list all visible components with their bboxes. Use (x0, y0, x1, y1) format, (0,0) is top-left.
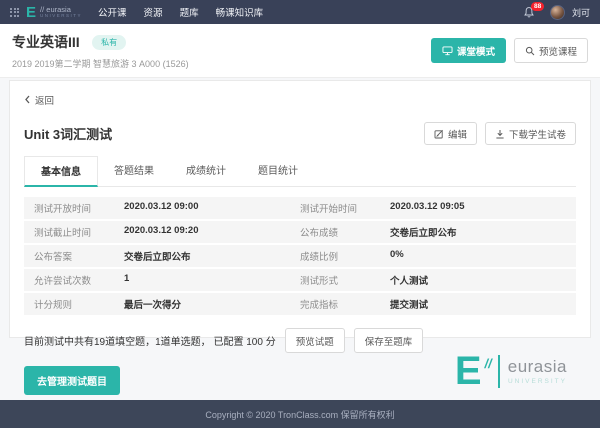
eurasia-logo-text: // eurasia UNIVERSITY (40, 6, 82, 19)
manage-questions-button[interactable]: 去管理测试题目 (24, 366, 120, 395)
user-name[interactable]: 刘可 (572, 6, 590, 19)
tab-basic-info[interactable]: 基本信息 (24, 156, 98, 187)
course-header: 专业英语III 私有 2019 2019第二学期 智慧旅游 3 A000 (15… (0, 24, 600, 78)
info-value: 提交测试 (390, 297, 428, 311)
exam-tabs: 基本信息 答题结果 成绩统计 题目统计 (24, 156, 576, 187)
preview-course-button[interactable]: 预览课程 (514, 38, 588, 63)
edit-icon (434, 129, 444, 139)
info-label: 测试开放时间 (34, 201, 124, 215)
info-label: 测试形式 (300, 273, 390, 287)
download-student-paper-button[interactable]: 下载学生试卷 (485, 122, 576, 145)
nav-item-question-bank[interactable]: 题库 (180, 5, 199, 19)
info-label: 测试开始时间 (300, 201, 390, 215)
info-label: 成绩比例 (300, 249, 390, 263)
main-nav-menu: 公开课 资源 题库 畅课知识库 (98, 5, 263, 19)
info-label: 测试截止时间 (34, 225, 124, 239)
logo-slashes: // (485, 356, 492, 371)
copyright-text: Copyright © 2020 TronClass.com 保留所有权利 (205, 408, 394, 421)
top-navbar: E // eurasia UNIVERSITY 公开课 资源 题库 畅课知识库 … (0, 0, 600, 24)
page-body: 返回 Unit 3词汇测试 编辑 下载学生试卷 (0, 78, 600, 400)
nav-item-open-courses[interactable]: 公开课 (98, 5, 127, 19)
table-row: 计分规则 最后一次得分 完成指标 提交测试 (24, 293, 576, 315)
info-value: 个人测试 (390, 273, 428, 287)
info-label: 公布成绩 (300, 225, 390, 239)
exam-detail-card: 返回 Unit 3词汇测试 编辑 下载学生试卷 (9, 80, 591, 338)
nav-item-knowledge-base[interactable]: 畅课知识库 (216, 5, 264, 19)
brand-name: eurasia (508, 357, 567, 377)
table-row: 公布答案 交卷后立即公布 成绩比例 0% (24, 245, 576, 267)
user-avatar[interactable] (550, 5, 565, 20)
nav-item-resources[interactable]: 资源 (144, 5, 163, 19)
info-value: 最后一次得分 (124, 297, 181, 311)
exam-info-table: 测试开放时间 2020.03.12 09:00 测试开始时间 2020.03.1… (24, 197, 576, 315)
classroom-mode-button[interactable]: 课堂模式 (431, 38, 506, 63)
info-value: 2020.03.12 09:20 (124, 225, 198, 239)
tab-question-stats[interactable]: 题目统计 (242, 156, 314, 186)
info-label: 计分规则 (34, 297, 124, 311)
table-row: 测试截止时间 2020.03.12 09:20 公布成绩 交卷后立即公布 (24, 221, 576, 243)
table-row: 测试开放时间 2020.03.12 09:00 测试开始时间 2020.03.1… (24, 197, 576, 219)
search-icon (525, 46, 535, 56)
exam-title: Unit 3词汇测试 (24, 124, 112, 143)
logo-divider (498, 355, 500, 388)
info-value: 交卷后立即公布 (124, 249, 191, 263)
info-label: 完成指标 (300, 297, 390, 311)
chevron-left-icon (24, 95, 31, 104)
footer-bar: Copyright © 2020 TronClass.com 保留所有权利 (0, 400, 600, 428)
info-value: 1 (124, 273, 129, 287)
eurasia-logo-mark: E (455, 354, 482, 388)
course-subtitle: 2019 2019第二学期 智慧旅游 3 A000 (1526) (12, 57, 189, 70)
info-value: 2020.03.12 09:00 (124, 201, 198, 215)
question-summary-text: 目前测试中共有19道填空题，1道单选题， 已配置 100 分 (24, 333, 276, 348)
tab-answer-results[interactable]: 答题结果 (98, 156, 170, 186)
notification-count-badge: 88 (531, 2, 544, 11)
info-value: 2020.03.12 09:05 (390, 201, 464, 215)
preview-questions-button[interactable]: 预览试题 (285, 328, 345, 353)
download-icon (495, 129, 505, 139)
eurasia-logo-mark: E (26, 5, 36, 20)
info-value: 0% (390, 249, 404, 263)
brand-subtitle: UNIVERSITY (508, 378, 567, 385)
monitor-icon (442, 46, 453, 56)
save-to-question-bank-button[interactable]: 保存至题库 (354, 328, 424, 353)
edit-button[interactable]: 编辑 (424, 122, 477, 145)
info-value: 交卷后立即公布 (390, 225, 457, 239)
visibility-badge: 私有 (92, 35, 126, 50)
info-label: 公布答案 (34, 249, 124, 263)
info-label: 允许尝试次数 (34, 273, 124, 287)
notifications-bell[interactable]: 88 (523, 6, 535, 19)
course-title: 专业英语III (12, 34, 80, 50)
table-row: 允许尝试次数 1 测试形式 个人测试 (24, 269, 576, 291)
tab-grade-stats[interactable]: 成绩统计 (170, 156, 242, 186)
app-launcher-icon[interactable] (10, 8, 19, 17)
back-link[interactable]: 返回 (24, 93, 54, 107)
